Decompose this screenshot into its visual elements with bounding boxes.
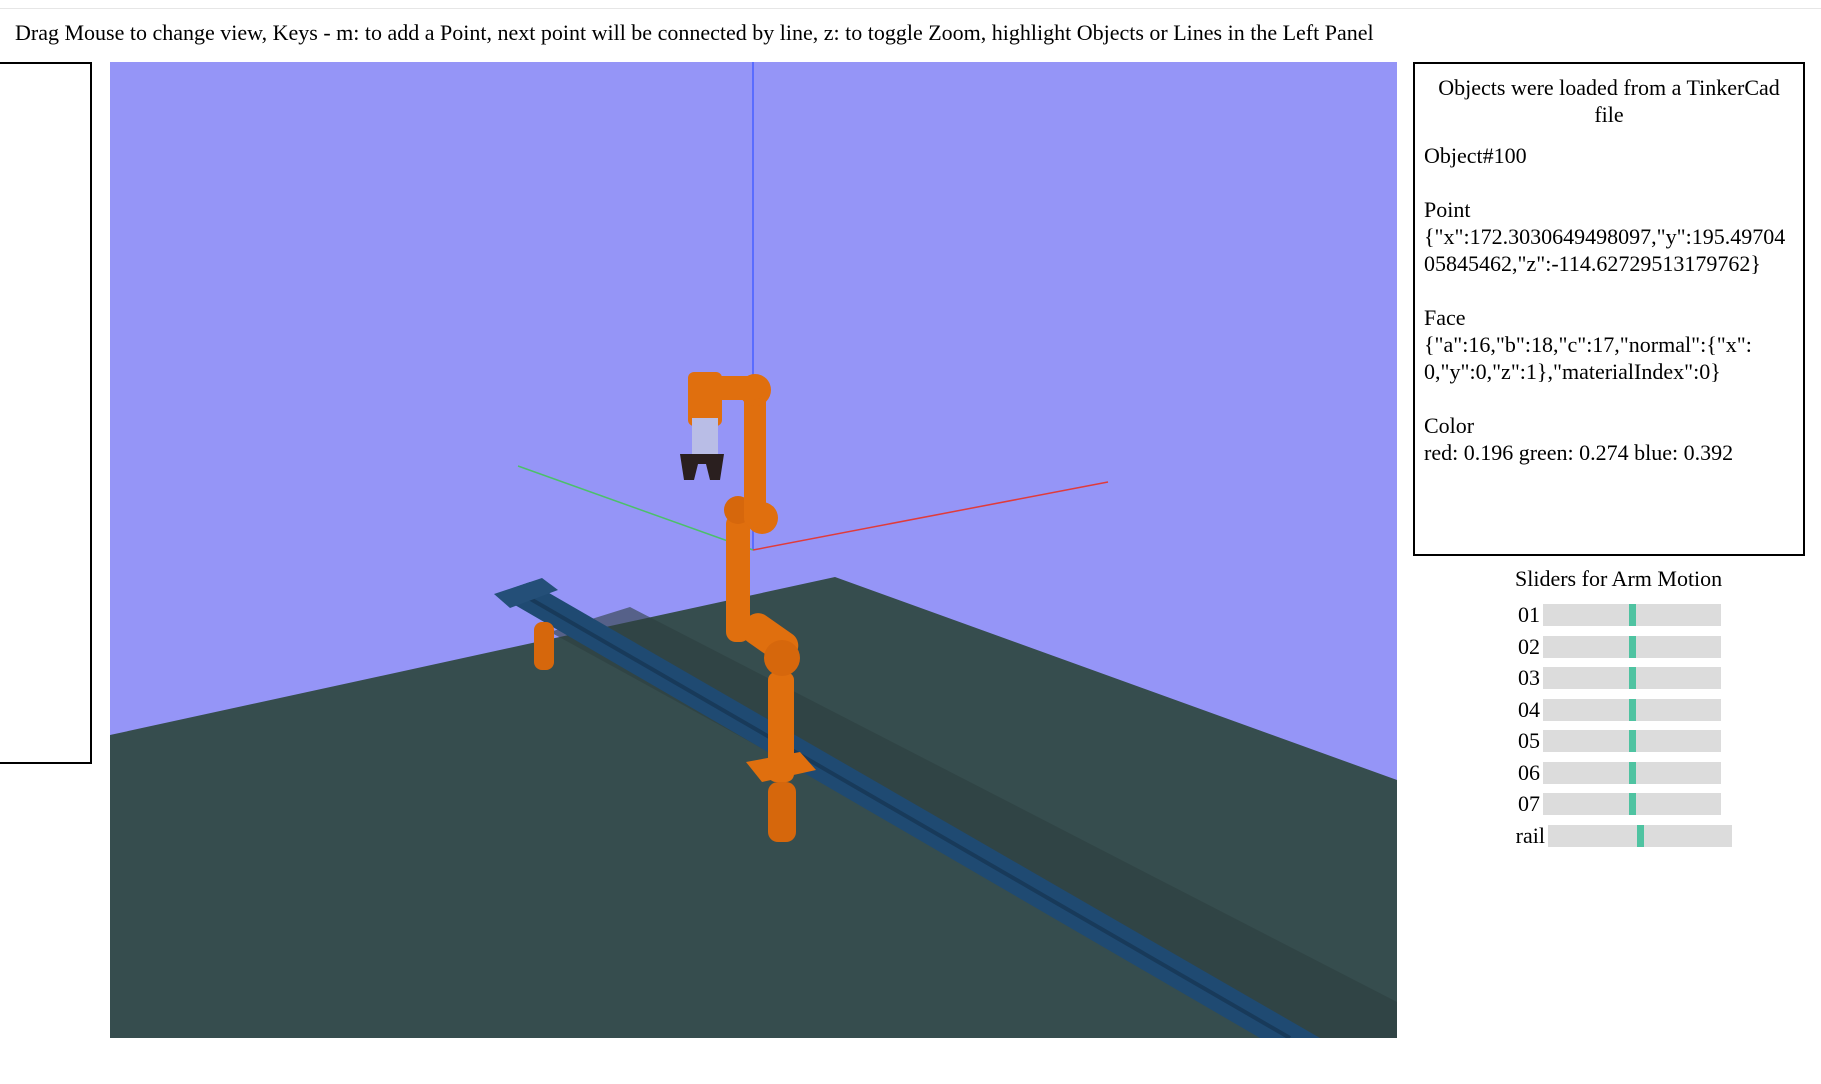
slider-thumb-rail[interactable] bbox=[1637, 824, 1644, 847]
slider-row-07: 07 bbox=[1500, 791, 1800, 817]
slider-row-06: 06 bbox=[1500, 760, 1800, 786]
slider-thumb-03[interactable] bbox=[1629, 667, 1636, 689]
scene-svg bbox=[110, 62, 1397, 1038]
slider-track-01[interactable] bbox=[1543, 604, 1721, 626]
slider-thumb-06[interactable] bbox=[1629, 761, 1636, 784]
slider-label-02: 02 bbox=[1518, 633, 1540, 659]
info-panel-title: Objects were loaded from a TinkerCad fil… bbox=[1438, 75, 1780, 127]
top-divider bbox=[0, 8, 1821, 9]
color-label: Color bbox=[1424, 413, 1475, 438]
slider-track-rail[interactable] bbox=[1548, 824, 1732, 847]
arm-wrist bbox=[688, 372, 722, 426]
arm-joint-lower bbox=[764, 640, 800, 676]
object-id: Object#100 bbox=[1424, 143, 1527, 168]
rail-leg-mid bbox=[768, 782, 796, 842]
slider-track-05[interactable] bbox=[1543, 730, 1721, 752]
slider-row-rail: rail bbox=[1500, 823, 1800, 849]
slider-track-07[interactable] bbox=[1543, 793, 1721, 815]
slider-label-01: 01 bbox=[1518, 602, 1540, 627]
point-value: {"x":172.3030649498097,"y":195.497040584… bbox=[1424, 224, 1786, 276]
slider-label-06: 06 bbox=[1518, 759, 1540, 785]
slider-row-05: 05 bbox=[1500, 728, 1800, 754]
slider-label-04: 04 bbox=[1518, 696, 1540, 722]
slider-row-01: 01 bbox=[1500, 602, 1800, 628]
gripper-body bbox=[692, 418, 718, 458]
slider-label-03: 03 bbox=[1518, 665, 1540, 690]
slider-label-05: 05 bbox=[1518, 728, 1540, 753]
slider-thumb-02[interactable] bbox=[1629, 635, 1636, 658]
slider-row-02: 02 bbox=[1500, 634, 1800, 660]
slider-label-rail: rail bbox=[1515, 822, 1545, 848]
slider-track-03[interactable] bbox=[1543, 667, 1721, 689]
sliders-title: Sliders for Arm Motion bbox=[1515, 566, 1723, 591]
slider-thumb-07[interactable] bbox=[1629, 793, 1636, 815]
3d-viewport[interactable] bbox=[110, 62, 1397, 1038]
slider-track-06[interactable] bbox=[1543, 761, 1721, 784]
slider-label-07: 07 bbox=[1518, 791, 1540, 816]
rail-leg-left bbox=[534, 622, 554, 670]
arm-link-middle bbox=[726, 514, 750, 642]
gripper-fingers bbox=[680, 454, 724, 480]
x-axis-line bbox=[752, 481, 1109, 551]
slider-thumb-01[interactable] bbox=[1629, 604, 1636, 626]
slider-thumb-05[interactable] bbox=[1629, 730, 1636, 752]
left-panel[interactable] bbox=[0, 62, 92, 764]
slider-track-04[interactable] bbox=[1543, 698, 1721, 721]
face-label: Face bbox=[1424, 305, 1466, 330]
slider-track-02[interactable] bbox=[1543, 635, 1721, 658]
info-panel: Objects were loaded from a TinkerCad fil… bbox=[1413, 62, 1805, 556]
arm-base bbox=[768, 672, 794, 782]
slider-row-03: 03 bbox=[1500, 665, 1800, 691]
slider-thumb-04[interactable] bbox=[1629, 698, 1636, 721]
instructions-text: Drag Mouse to change view, Keys - m: to … bbox=[15, 20, 1374, 45]
color-value: red: 0.196 green: 0.274 blue: 0.392 bbox=[1424, 440, 1734, 465]
slider-row-04: 04 bbox=[1500, 697, 1800, 723]
face-value: {"a":16,"b":18,"c":17,"normal":{"x":0,"y… bbox=[1424, 332, 1752, 384]
point-label: Point bbox=[1424, 197, 1471, 222]
